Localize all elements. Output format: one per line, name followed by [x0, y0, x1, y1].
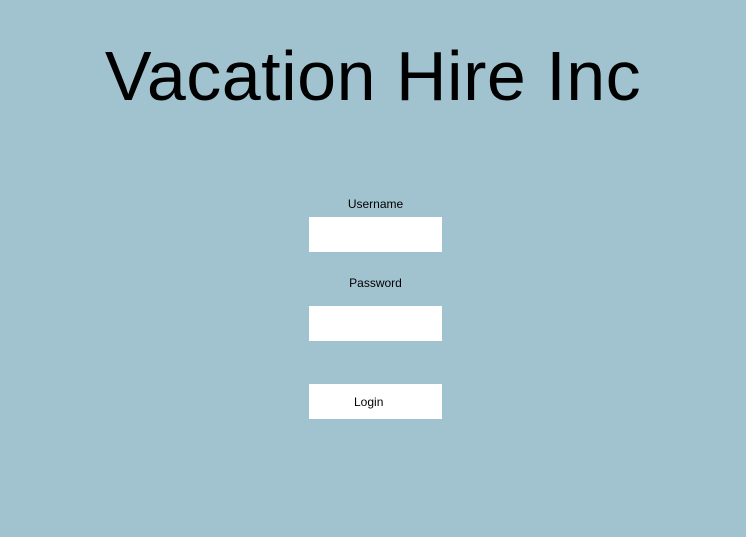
username-label: Username — [347, 197, 404, 211]
username-input[interactable] — [309, 217, 442, 252]
password-label: Password — [349, 276, 402, 290]
password-input[interactable] — [309, 306, 442, 341]
app-title: Vacation Hire Inc — [104, 37, 642, 115]
login-button[interactable]: Login — [309, 384, 442, 419]
